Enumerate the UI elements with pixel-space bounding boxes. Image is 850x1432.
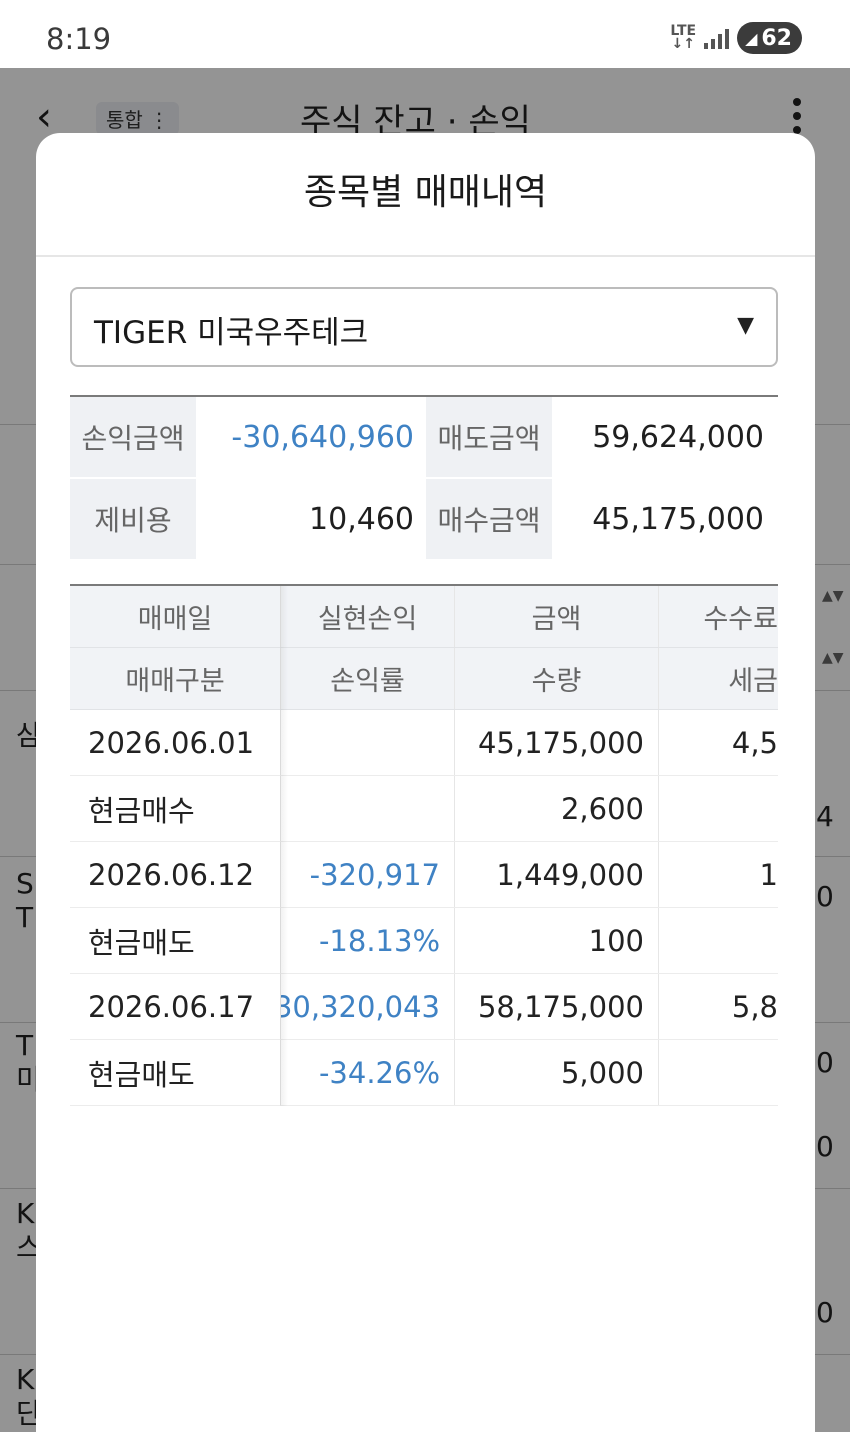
battery-icon: ◢ 62: [737, 22, 802, 54]
fee: 5,8: [658, 974, 778, 1039]
amount: 1,449,000: [454, 842, 658, 907]
column-header: 수수료: [658, 586, 778, 647]
table-row[interactable]: 2026.06.12 -320,917 1,449,000 1: [70, 842, 778, 908]
summary-value: -30,640,960: [231, 419, 414, 455]
trade-date: 2026.06.17: [88, 989, 255, 1024]
column-header: 실현손익: [280, 586, 454, 647]
column-header: 매매일: [137, 604, 213, 635]
column-header: 수량: [454, 648, 658, 709]
summary-label: 제비용: [70, 479, 196, 559]
trade-date: 2026.06.12: [88, 857, 255, 892]
dropdown-arrow-icon: ▼: [737, 313, 754, 338]
status-time: 8:19: [46, 22, 112, 56]
table-row[interactable]: 현금매수 2,600: [70, 776, 778, 842]
battery-level: 62: [761, 25, 792, 51]
tax: [658, 776, 778, 841]
signal-icon: [704, 27, 730, 49]
summary-value: 59,624,000: [592, 419, 764, 455]
summary-row: 제비용 10,460 매수금액 45,175,000: [70, 479, 778, 559]
column-header: 매매구분: [125, 666, 225, 697]
trade-table[interactable]: 매매일 실현손익 금액 수수료 매매구분 손익률 수량 세금 2026.06.0…: [70, 584, 778, 1106]
leaf-icon: ◢: [745, 28, 758, 48]
summary-label: 매도금액: [426, 397, 552, 477]
tax: [658, 908, 778, 973]
stock-select-value: TIGER 미국우주테크: [94, 315, 369, 351]
table-row[interactable]: 2026.06.01 45,175,000 4,5: [70, 710, 778, 776]
summary-label: 매수금액: [426, 479, 552, 559]
fee: 4,5: [658, 710, 778, 775]
quantity: 5,000: [454, 1040, 658, 1105]
summary-value: 10,460: [309, 501, 414, 537]
lte-label: LTE: [670, 23, 697, 39]
trade-type: 현금매도: [88, 1057, 195, 1092]
quantity: 100: [454, 908, 658, 973]
realized-pnl: -30,320,043: [280, 974, 454, 1039]
quantity: 2,600: [454, 776, 658, 841]
pnl-rate: [280, 776, 454, 841]
trade-history-modal: 종목별 매매내역 TIGER 미국우주테크 ▼ 손익금액 -30,640,960…: [36, 133, 815, 1432]
table-header-row: 매매구분 손익률 수량 세금: [70, 648, 778, 710]
tax: [658, 1040, 778, 1105]
fee: 1: [658, 842, 778, 907]
pnl-rate: -18.13%: [280, 908, 454, 973]
modal-divider: [36, 255, 815, 257]
summary-table: 손익금액 -30,640,960 매도금액 59,624,000 제비용 10,…: [70, 395, 778, 559]
trade-type: 현금매수: [88, 793, 195, 828]
column-header: 손익률: [280, 648, 454, 709]
status-bar: 8:19 LTE ↓↑ ◢ 62: [0, 0, 850, 68]
summary-value: 45,175,000: [592, 501, 764, 537]
modal-title: 종목별 매매내역: [303, 172, 548, 213]
realized-pnl: [280, 710, 454, 775]
summary-label: 손익금액: [70, 397, 196, 477]
trade-date: 2026.06.01: [88, 725, 255, 760]
table-row[interactable]: 현금매도 -18.13% 100: [70, 908, 778, 974]
trade-type: 현금매도: [88, 925, 195, 960]
lte-icon: LTE ↓↑: [670, 23, 697, 52]
status-icons: LTE ↓↑ ◢ 62: [670, 22, 802, 54]
table-header-row: 매매일 실현손익 금액 수수료: [70, 586, 778, 648]
column-header: 세금: [658, 648, 778, 709]
pnl-rate: -34.26%: [280, 1040, 454, 1105]
fixed-column-shadow: [280, 586, 288, 1106]
summary-row: 손익금액 -30,640,960 매도금액 59,624,000: [70, 397, 778, 477]
stock-select[interactable]: TIGER 미국우주테크 ▼: [70, 287, 778, 367]
amount: 58,175,000: [454, 974, 658, 1039]
column-header: 금액: [454, 586, 658, 647]
realized-pnl: -320,917: [280, 842, 454, 907]
amount: 45,175,000: [454, 710, 658, 775]
table-row[interactable]: 현금매도 -34.26% 5,000: [70, 1040, 778, 1106]
table-row[interactable]: 2026.06.17 -30,320,043 58,175,000 5,8: [70, 974, 778, 1040]
